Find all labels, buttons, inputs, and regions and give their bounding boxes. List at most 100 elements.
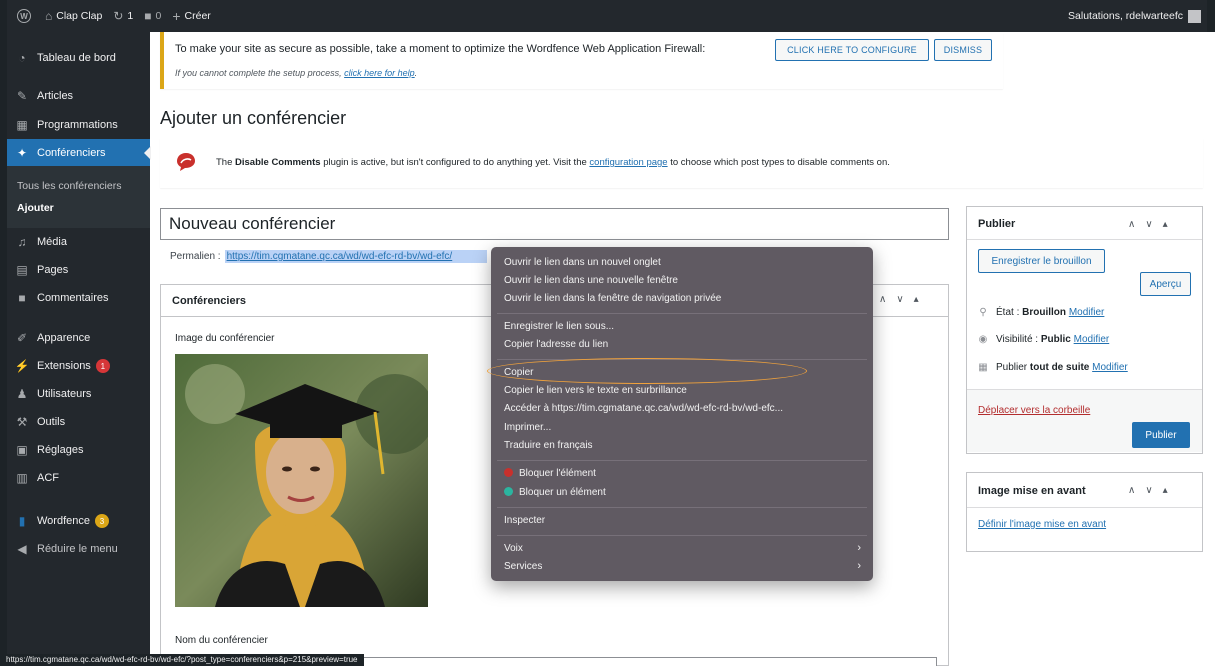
- set-featured-image-link[interactable]: Définir l'image mise en avant: [978, 519, 1106, 530]
- schedule-modify-link[interactable]: Modifier: [1092, 362, 1128, 373]
- visibility-row: ◉ Visibilité : Public Modifier: [978, 334, 1110, 345]
- comments-link[interactable]: ■ 0: [144, 9, 161, 23]
- grid-icon: ▥: [16, 471, 28, 485]
- new-content-link[interactable]: + Créer: [172, 8, 210, 24]
- metabox-title: Conférenciers: [172, 295, 246, 307]
- status-row: ⚲ État : Brouillon Modifier: [979, 307, 1105, 318]
- ctx-go-to-url[interactable]: Accéder à https://tim.cgmatane.qc.ca/wd/…: [504, 403, 783, 414]
- ctx-copy-link-address[interactable]: Copier l'adresse du lien: [504, 339, 608, 350]
- sidebar-item-extensions[interactable]: ⚡ Extensions 1: [7, 352, 150, 380]
- post-title-input[interactable]: Nouveau conférencier: [160, 208, 949, 240]
- ctx-inspect[interactable]: Inspecter: [504, 515, 545, 526]
- publish-box-title: Publier: [978, 218, 1016, 230]
- extensions-badge: 1: [95, 359, 110, 373]
- ctx-separator: [497, 535, 867, 536]
- account-menu[interactable]: Salutations, rdelwarteefc: [1068, 9, 1201, 23]
- chevron-down-icon[interactable]: ∨: [1145, 485, 1152, 496]
- disable-comments-notice: The Disable Comments plugin is active, b…: [160, 138, 1203, 188]
- visibility-modify-link[interactable]: Modifier: [1074, 334, 1110, 345]
- site-name-link[interactable]: ⌂ Clap Clap: [45, 9, 102, 23]
- comment-icon: ■: [18, 291, 26, 305]
- sidebar-item-tools[interactable]: ⚒ Outils: [7, 408, 150, 436]
- disable-comments-text: The Disable Comments plugin is active, b…: [216, 157, 890, 168]
- adblock-icon: [504, 487, 513, 496]
- brush-icon: ✐: [16, 331, 28, 345]
- plus-icon: +: [172, 8, 181, 24]
- image-field-label: Image du conférencier: [175, 333, 275, 344]
- chevron-down-icon[interactable]: ∨: [1145, 219, 1152, 230]
- wordfence-help-line: If you cannot complete the setup process…: [175, 68, 418, 78]
- media-icon: ♫: [17, 235, 27, 249]
- dismiss-button[interactable]: DISMISS: [934, 39, 992, 61]
- chevron-up-icon[interactable]: ∧: [879, 294, 886, 305]
- preview-button[interactable]: Aperçu: [1140, 272, 1191, 296]
- configure-firewall-button[interactable]: CLICK HERE TO CONFIGURE: [775, 39, 929, 61]
- ctx-open-new-tab[interactable]: Ouvrir le lien dans un nouvel onglet: [504, 257, 661, 268]
- ctx-voice[interactable]: Voix: [504, 543, 523, 554]
- divider: [967, 239, 1202, 240]
- chevron-up-icon[interactable]: ∧: [1128, 485, 1135, 496]
- page-title: Ajouter un conférencier: [160, 108, 347, 128]
- name-field-label: Nom du conférencier: [175, 635, 268, 646]
- chevron-down-icon[interactable]: ∨: [896, 294, 903, 305]
- sidebar-item-articles[interactable]: ✎ Articles: [7, 82, 150, 110]
- conferencier-photo[interactable]: [175, 354, 428, 607]
- sidebar-item-conferenciers[interactable]: ✦ Conférenciers: [7, 139, 151, 167]
- comment-icon: ■: [144, 9, 152, 23]
- sidebar-item-pages[interactable]: ▤ Pages: [7, 256, 150, 284]
- sidebar-item-comments[interactable]: ■ Commentaires: [7, 284, 150, 312]
- sidebar-item-dashboard[interactable]: ◔ Tableau de bord: [7, 44, 150, 72]
- ctx-services[interactable]: Services: [504, 561, 542, 572]
- admin-sidebar: ◔ Tableau de bord ✎ Articles ▦ Programmatio…: [0, 32, 151, 666]
- copy-highlight-annotation: [487, 358, 807, 384]
- ctx-open-private-window[interactable]: Ouvrir le lien dans la fenêtre de naviga…: [504, 293, 721, 304]
- calendar-icon: ▦: [978, 362, 988, 373]
- publish-button[interactable]: Publier: [1132, 422, 1190, 448]
- updates-link[interactable]: ↻ 1: [113, 9, 133, 23]
- status-modify-link[interactable]: Modifier: [1069, 307, 1105, 318]
- move-to-trash-link[interactable]: Déplacer vers la corbeille: [978, 405, 1090, 416]
- ctx-separator: [497, 507, 867, 508]
- sidebar-item-media[interactable]: ♫ Média: [7, 228, 150, 256]
- admin-bar: W ⌂ Clap Clap ↻ 1 ■ 0 + Créer Salutation…: [0, 0, 1215, 32]
- sidebar-item-settings[interactable]: ▣ Réglages: [7, 436, 150, 464]
- ctx-open-new-window[interactable]: Ouvrir le lien dans une nouvelle fenêtre: [504, 275, 678, 286]
- ctx-print[interactable]: Imprimer...: [504, 422, 551, 433]
- toggle-arrow-icon[interactable]: ▴: [1163, 219, 1168, 230]
- ctx-block-an-element[interactable]: Bloquer un élément: [504, 487, 606, 498]
- sidebar-item-programmations[interactable]: ▦ Programmations: [7, 111, 150, 139]
- sidebar-item-acf[interactable]: ▥ ACF: [7, 464, 150, 492]
- chevron-up-icon[interactable]: ∧: [1128, 219, 1135, 230]
- submenu-all-conferenciers[interactable]: Tous les conférenciers: [17, 180, 121, 192]
- publish-box: Publier ∧ ∨ ▴ Enregistrer le brouillon A…: [966, 206, 1203, 454]
- page-icon: ▤: [16, 263, 28, 277]
- permalink-url[interactable]: https://tim.cgmatane.qc.ca/wd/wd-efc-rd-…: [224, 250, 487, 263]
- sidebar-item-appearance[interactable]: ✐ Apparence: [7, 324, 150, 352]
- publish-box-controls: ∧ ∨ ▴: [1128, 219, 1168, 230]
- sidebar-collapse-menu[interactable]: ◀ Réduire le menu: [7, 535, 150, 563]
- permalink-label: Permalien :: [170, 251, 221, 262]
- publish-actions: Déplacer vers la corbeille Publier: [967, 389, 1202, 452]
- pin-icon: ⚲: [979, 307, 987, 318]
- refresh-icon: ↻: [113, 9, 124, 23]
- save-draft-button[interactable]: Enregistrer le brouillon: [978, 249, 1105, 273]
- calendar-icon: ▦: [16, 118, 28, 132]
- help-link[interactable]: click here for help: [344, 68, 415, 78]
- ctx-block-element[interactable]: Bloquer l'élément: [504, 468, 596, 479]
- ctx-translate[interactable]: Traduire en français: [504, 440, 593, 451]
- ctx-copy-link-to-highlight[interactable]: Copier le lien vers le texte en surbrill…: [504, 385, 687, 396]
- collapse-icon: ◀: [17, 542, 27, 556]
- wordfence-badge: 3: [95, 514, 109, 528]
- conferenciers-submenu: Tous les conférenciers Ajouter: [7, 166, 150, 228]
- ctx-save-link-as[interactable]: Enregistrer le lien sous...: [504, 321, 614, 332]
- chevron-right-icon: ›: [857, 542, 861, 554]
- sidebar-item-wordfence[interactable]: ▮ Wordfence 3: [7, 507, 150, 535]
- wordpress-logo-icon[interactable]: W: [17, 9, 31, 23]
- configuration-page-link[interactable]: configuration page: [589, 157, 667, 168]
- toggle-arrow-icon[interactable]: ▴: [914, 294, 919, 305]
- sidebar-item-users[interactable]: ♟ Utilisateurs: [7, 380, 150, 408]
- toggle-arrow-icon[interactable]: ▴: [1163, 485, 1168, 496]
- submenu-add[interactable]: Ajouter: [17, 202, 54, 214]
- schedule-row: ▦ Publier tout de suite Modifier: [978, 362, 1128, 373]
- pin-icon: ✦: [16, 146, 28, 160]
